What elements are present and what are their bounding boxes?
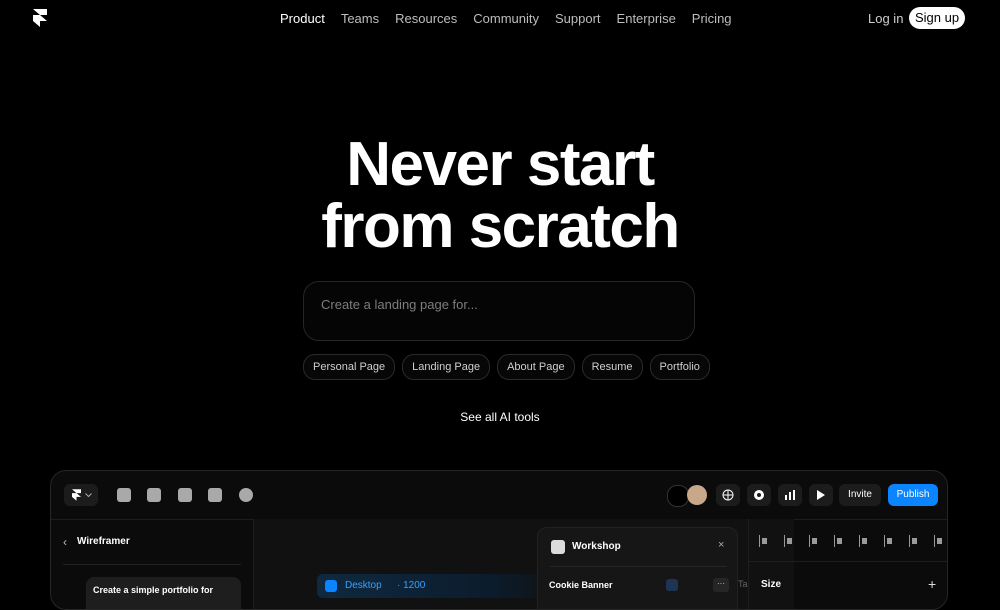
divider <box>749 561 947 562</box>
nav-link-enterprise[interactable]: Enterprise <box>617 11 676 26</box>
chip-personal-page[interactable]: Personal Page <box>303 354 396 380</box>
align-top-icon[interactable] <box>834 535 845 547</box>
framer-logo[interactable] <box>33 9 47 27</box>
hero-title-line-1: Never start <box>346 130 655 199</box>
avatar[interactable] <box>667 485 689 507</box>
divider <box>63 564 241 565</box>
invite-button[interactable]: Invite <box>839 484 881 506</box>
size-label: Size <box>761 579 782 590</box>
nav-link-community[interactable]: Community <box>473 11 539 26</box>
chip-about-page[interactable]: About Page <box>497 354 575 380</box>
insert-icon[interactable] <box>117 488 131 502</box>
alignment-toolbar <box>759 535 947 547</box>
more-icon[interactable]: ··· <box>713 578 729 592</box>
wireframer-panel: ‹ Wireframer Create a simple portfolio f… <box>51 519 254 609</box>
text-icon[interactable] <box>178 488 192 502</box>
align-left-icon[interactable] <box>759 535 770 547</box>
top-nav: Product Teams Resources Community Suppor… <box>0 0 1000 36</box>
framer-menu-button[interactable] <box>64 484 98 506</box>
workshop-panel: Workshop × Cookie Banner ··· <box>537 527 738 609</box>
nav-link-product[interactable]: Product <box>280 11 325 26</box>
panel-title: Wireframer <box>77 536 130 547</box>
distribute-vertical-icon[interactable] <box>934 535 945 547</box>
component-item[interactable]: Cookie Banner <box>549 580 613 590</box>
ai-prompt-input[interactable] <box>319 296 683 313</box>
align-bottom-icon[interactable] <box>884 535 895 547</box>
overflow-text: Ta <box>738 579 748 589</box>
framer-logo-icon <box>72 489 81 501</box>
signup-button[interactable]: Sign up <box>909 7 965 29</box>
prompt-message-text: Create a simple portfolio for <box>93 585 214 595</box>
nav-links: Product Teams Resources Community Suppor… <box>280 11 748 26</box>
align-middle-icon[interactable] <box>859 535 870 547</box>
cms-icon[interactable] <box>239 488 253 502</box>
see-all-ai-tools-link[interactable]: See all AI tools <box>0 410 1000 424</box>
divider <box>550 566 727 567</box>
vector-icon[interactable] <box>208 488 222 502</box>
play-icon <box>325 580 337 592</box>
publish-button[interactable]: Publish <box>888 484 938 506</box>
distribute-horizontal-icon[interactable] <box>909 535 920 547</box>
workshop-icon <box>551 540 565 554</box>
nav-link-support[interactable]: Support <box>555 11 601 26</box>
chevron-down-icon <box>85 493 92 498</box>
editor-preview: Invite Publish ‹ Wireframer Create a sim… <box>50 470 948 610</box>
suggestion-chips: Personal Page Landing Page About Page Re… <box>303 354 717 380</box>
analytics-icon[interactable] <box>778 484 802 506</box>
chip-portfolio[interactable]: Portfolio <box>649 354 710 380</box>
align-right-icon[interactable] <box>809 535 820 547</box>
nav-link-pricing[interactable]: Pricing <box>692 11 732 26</box>
login-link[interactable]: Log in <box>868 11 903 26</box>
preview-play-icon[interactable] <box>809 484 833 506</box>
breakpoint-tab[interactable]: Desktop · 1200 <box>317 574 567 598</box>
globe-icon[interactable] <box>716 484 740 506</box>
prompt-message: Create a simple portfolio for <box>86 577 241 609</box>
align-center-icon[interactable] <box>784 535 795 547</box>
breakpoint-width: · 1200 <box>397 580 426 591</box>
layout-icon[interactable] <box>147 488 161 502</box>
avatar[interactable] <box>687 485 707 505</box>
workshop-title: Workshop <box>572 541 621 552</box>
breakpoint-label: Desktop <box>345 580 382 591</box>
hero-title-line-2: from scratch <box>321 192 680 261</box>
chip-landing-page[interactable]: Landing Page <box>402 354 491 380</box>
nav-link-teams[interactable]: Teams <box>341 11 379 26</box>
add-size-icon[interactable]: + <box>928 576 936 592</box>
settings-icon[interactable] <box>747 484 771 506</box>
chevron-left-icon[interactable]: ‹ <box>63 535 67 549</box>
close-icon[interactable]: × <box>718 539 724 551</box>
hero-title: Never start from scratch <box>0 134 1000 258</box>
add-icon[interactable] <box>666 579 678 591</box>
nav-link-resources[interactable]: Resources <box>395 11 457 26</box>
chip-resume[interactable]: Resume <box>581 354 643 380</box>
editor-toolbar: Invite Publish <box>51 471 947 520</box>
ai-prompt-box[interactable] <box>303 281 695 341</box>
properties-panel: Size + <box>748 519 947 609</box>
